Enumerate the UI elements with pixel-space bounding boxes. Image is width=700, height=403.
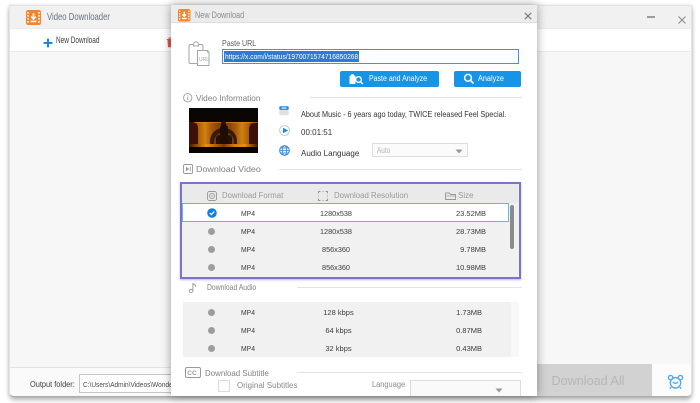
svg-text:URL: URL — [199, 57, 209, 63]
svg-text:CC: CC — [187, 370, 197, 377]
